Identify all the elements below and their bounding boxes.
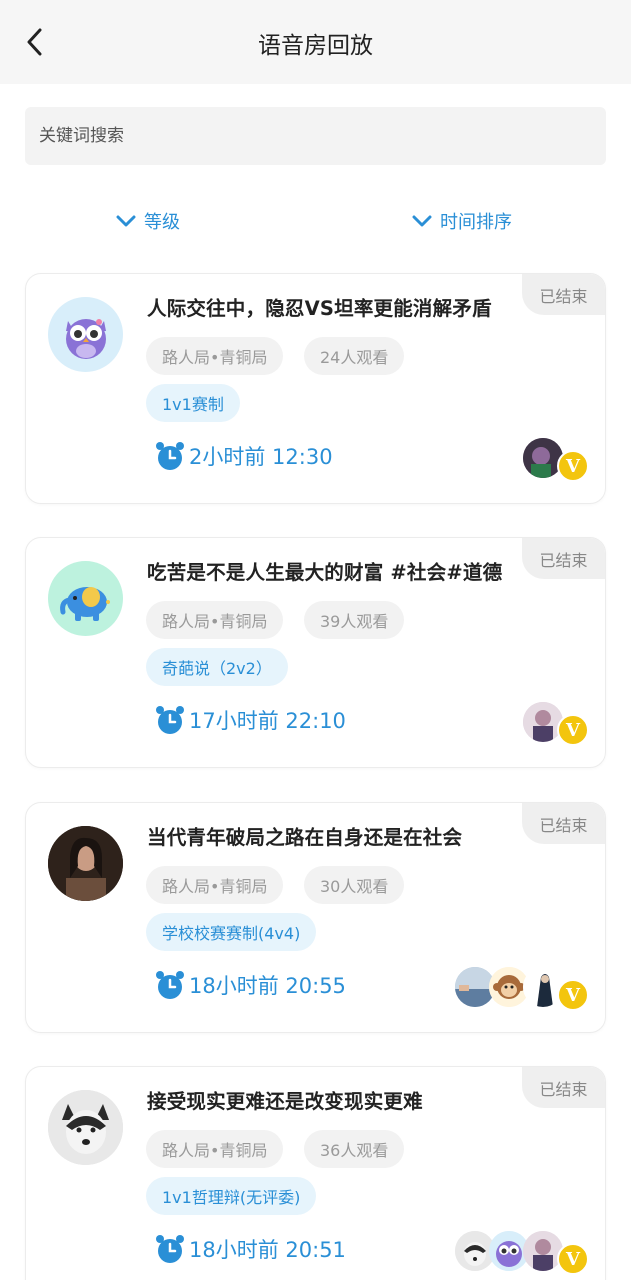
participant-avatars[interactable]: V <box>455 959 589 1015</box>
level-filter-label: 等级 <box>144 212 180 233</box>
views-count: 24人观看 <box>304 337 405 375</box>
participant-avatar[interactable] <box>523 438 563 478</box>
husky-dog-photo <box>48 1090 123 1165</box>
status-badge: 已结束 <box>522 803 605 844</box>
time-text: 2小时前 12:30 <box>189 445 333 469</box>
time-info: 18小时前 20:55 <box>154 969 346 1001</box>
participant-avatar[interactable] <box>523 967 563 1007</box>
format-tag: 1v1哲理辩(无评委) <box>146 1177 317 1215</box>
rank-tag: 路人局•青铜局 <box>146 337 284 375</box>
alarm-clock-icon <box>156 1235 184 1263</box>
participant-avatar[interactable] <box>523 1231 563 1271</box>
participant-avatars[interactable]: V <box>523 430 589 486</box>
time-sort-dropdown[interactable]: 时间排序 <box>412 208 512 234</box>
time-info: 2小时前 12:30 <box>154 440 333 472</box>
search-bar[interactable] <box>25 107 606 165</box>
room-title: 吃苦是不是人生最大的财富 #社会#道德 <box>147 561 503 584</box>
alarm-clock-icon <box>156 442 184 470</box>
rank-tag: 路人局•青铜局 <box>146 1130 284 1168</box>
time-text: 18小时前 20:51 <box>189 1238 346 1262</box>
level-filter-dropdown[interactable]: 等级 <box>116 208 180 234</box>
alarm-clock-icon <box>156 971 184 999</box>
room-card[interactable]: 已结束 人际交往中，隐忍VS坦率更能消解矛盾 路人局•青铜局 24人观看 1v1… <box>25 273 606 504</box>
alarm-clock-icon <box>156 706 184 734</box>
format-tag: 奇葩说（2v2） <box>146 648 288 686</box>
room-title: 人际交往中，隐忍VS坦率更能消解矛盾 <box>147 297 492 320</box>
time-text: 17小时前 22:10 <box>189 709 346 733</box>
room-card[interactable]: 已结束 当代青年破局之路在自身还是在社会 路人局•青铜局 30人观看 学校校赛赛… <box>25 802 606 1033</box>
views-count: 30人观看 <box>304 866 405 904</box>
portrait-photo <box>48 826 123 901</box>
nav-bar: 语音房回放 <box>0 0 631 84</box>
status-badge: 已结束 <box>522 538 605 579</box>
views-count: 39人观看 <box>304 601 405 639</box>
format-tag: 学校校赛赛制(4v4) <box>146 913 317 951</box>
room-title: 当代青年破局之路在自身还是在社会 <box>147 826 463 849</box>
room-title: 接受现实更难还是改变现实更难 <box>147 1090 423 1113</box>
page-title: 语音房回放 <box>258 33 373 59</box>
time-text: 18小时前 20:55 <box>189 974 346 998</box>
status-badge: 已结束 <box>522 1067 605 1108</box>
room-card[interactable]: 已结束 接受现实更难还是改变现实更难 路人局•青铜局 36人观看 1v1哲理辩(… <box>25 1066 606 1280</box>
participant-avatar[interactable] <box>523 702 563 742</box>
verified-badge: V <box>557 1243 589 1275</box>
verified-badge: V <box>557 450 589 482</box>
rank-tag: 路人局•青铜局 <box>146 866 284 904</box>
owl-icon <box>48 297 123 372</box>
participant-avatars[interactable]: V <box>523 694 589 750</box>
time-sort-label: 时间排序 <box>440 212 512 233</box>
verified-badge: V <box>557 714 589 746</box>
time-info: 18小时前 20:51 <box>154 1233 346 1265</box>
views-count: 36人观看 <box>304 1130 405 1168</box>
chevron-down-icon <box>412 215 432 227</box>
room-card[interactable]: 已结束 吃苦是不是人生最大的财富 #社会#道德 路人局•青铜局 39人观看 奇葩… <box>25 537 606 768</box>
chevron-down-icon <box>116 215 136 227</box>
status-badge: 已结束 <box>522 274 605 315</box>
format-tag: 1v1赛制 <box>146 384 240 422</box>
participant-avatars[interactable]: V <box>455 1223 589 1279</box>
elephant-icon <box>48 561 123 636</box>
rank-tag: 路人局•青铜局 <box>146 601 284 639</box>
verified-badge: V <box>557 979 589 1011</box>
time-info: 17小时前 22:10 <box>154 704 346 736</box>
search-input[interactable] <box>39 126 606 146</box>
